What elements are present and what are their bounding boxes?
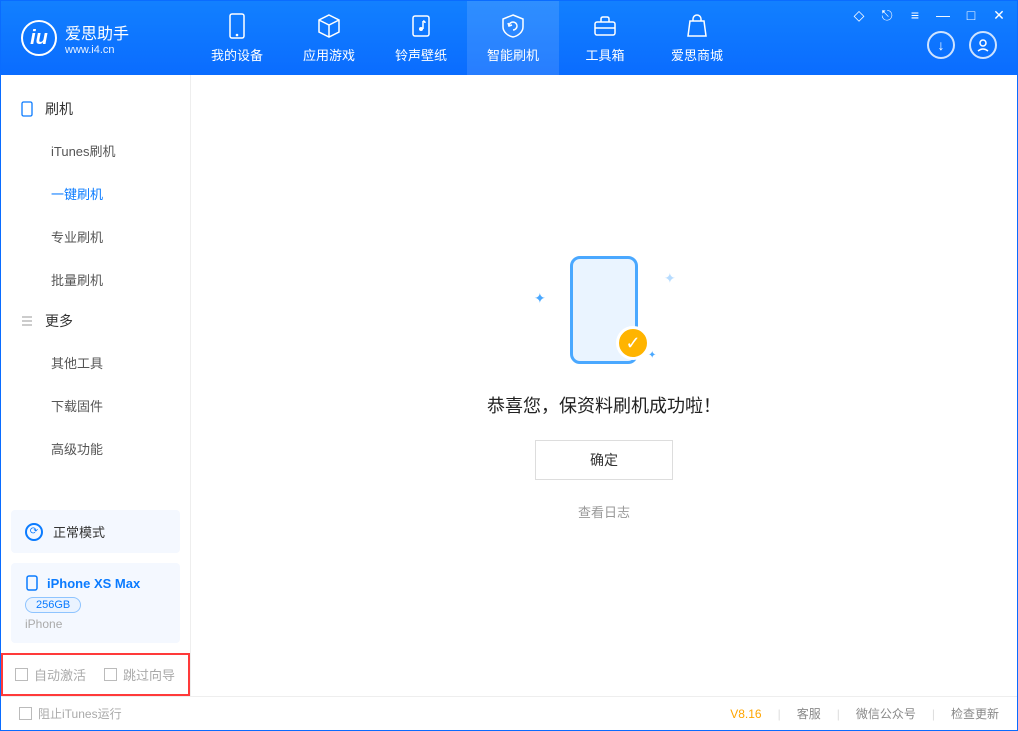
- sidebar-bottom: ⟳ 正常模式 iPhone XS Max 256GB iPhone: [1, 500, 190, 653]
- wechat-link[interactable]: 微信公众号: [856, 705, 916, 722]
- tab-label: 工具箱: [585, 45, 624, 64]
- device-name: iPhone XS Max: [47, 576, 140, 591]
- checkbox-box: [15, 668, 28, 681]
- sparkle-icon: ✦: [664, 270, 672, 278]
- list-icon: [19, 313, 35, 329]
- tab-flash[interactable]: 智能刷机: [467, 1, 559, 75]
- sidebar-item-itunes[interactable]: iTunes刷机: [1, 129, 190, 172]
- music-icon: [408, 13, 434, 39]
- cube-icon: [316, 13, 342, 39]
- section-label: 刷机: [45, 99, 73, 119]
- user-icon[interactable]: [969, 31, 997, 59]
- sparkle-icon: ✦: [648, 350, 656, 358]
- phone-small-icon: [25, 575, 39, 591]
- device-card[interactable]: iPhone XS Max 256GB iPhone: [11, 563, 180, 643]
- tab-store[interactable]: 爱思商城: [651, 1, 743, 75]
- checkbox-label: 自动激活: [34, 665, 86, 684]
- app-window: iu 爱思助手 www.i4.cn 我的设备 应用游戏 铃声壁纸 智能刷机: [0, 0, 1018, 731]
- version-label: V8.16: [730, 707, 761, 721]
- storage-badge: 256GB: [25, 597, 81, 613]
- app-title: 爱思助手: [65, 20, 129, 44]
- tab-label: 应用游戏: [303, 45, 355, 64]
- support-link[interactable]: 客服: [797, 705, 821, 722]
- statusbar-right: V8.16 | 客服 | 微信公众号 | 检查更新: [730, 705, 999, 722]
- section-label: 更多: [45, 311, 73, 331]
- phone-icon: [19, 101, 35, 117]
- device-icon: [224, 13, 250, 39]
- tab-ringtone[interactable]: 铃声壁纸: [375, 1, 467, 75]
- sidebar-item-pro[interactable]: 专业刷机: [1, 215, 190, 258]
- checkbox-label: 跳过向导: [123, 665, 175, 684]
- sidebar-section-flash: 刷机: [1, 89, 190, 129]
- tab-label: 爱思商城: [671, 45, 723, 64]
- mode-card[interactable]: ⟳ 正常模式: [11, 510, 180, 553]
- tab-label: 智能刷机: [487, 45, 539, 64]
- separator: |: [837, 707, 840, 721]
- close-button[interactable]: ✕: [991, 7, 1007, 24]
- separator: |: [778, 707, 781, 721]
- sidebar: 刷机 iTunes刷机 一键刷机 专业刷机 批量刷机 更多 其他工具 下载固件 …: [1, 75, 191, 696]
- tab-apps[interactable]: 应用游戏: [283, 1, 375, 75]
- statusbar: 阻止iTunes运行 V8.16 | 客服 | 微信公众号 | 检查更新: [1, 696, 1017, 730]
- toolbox-icon: [592, 13, 618, 39]
- bag-icon: [684, 13, 710, 39]
- view-log-link[interactable]: 查看日志: [578, 502, 630, 521]
- tab-label: 铃声壁纸: [395, 45, 447, 64]
- tab-toolbox[interactable]: 工具箱: [559, 1, 651, 75]
- sidebar-section-more: 更多: [1, 301, 190, 341]
- logo-text: 爱思助手 www.i4.cn: [65, 20, 129, 56]
- block-itunes-checkbox[interactable]: 阻止iTunes运行: [19, 705, 122, 722]
- device-type: iPhone: [25, 617, 166, 631]
- sparkle-icon: ✦: [534, 290, 542, 298]
- sync-icon: ⟳: [25, 523, 43, 541]
- skip-guide-checkbox[interactable]: 跳过向导: [104, 665, 175, 684]
- maximize-button[interactable]: □: [963, 7, 979, 24]
- sidebar-item-firmware[interactable]: 下载固件: [1, 384, 190, 427]
- checkbox-box: [104, 668, 117, 681]
- body-area: 刷机 iTunes刷机 一键刷机 专业刷机 批量刷机 更多 其他工具 下载固件 …: [1, 75, 1017, 696]
- main-content: ✦ ✦ ✦ ✓ 恭喜您，保资料刷机成功啦！ 确定 查看日志: [191, 75, 1017, 696]
- menu-icon[interactable]: ≡: [907, 7, 923, 24]
- download-icon[interactable]: ↓: [927, 31, 955, 59]
- sidebar-item-advanced[interactable]: 高级功能: [1, 427, 190, 470]
- logo-icon: iu: [21, 20, 57, 56]
- titlebar: iu 爱思助手 www.i4.cn 我的设备 应用游戏 铃声壁纸 智能刷机: [1, 1, 1017, 75]
- checkmark-badge-icon: ✓: [616, 326, 650, 360]
- highlighted-options: 自动激活 跳过向导: [1, 653, 190, 696]
- tab-label: 我的设备: [211, 45, 263, 64]
- checkbox-label: 阻止iTunes运行: [38, 705, 122, 722]
- nav-tabs: 我的设备 应用游戏 铃声壁纸 智能刷机 工具箱 爱思商城: [191, 1, 743, 75]
- tshirt-icon[interactable]: ◇: [851, 7, 867, 24]
- logo-area: iu 爱思助手 www.i4.cn: [1, 20, 191, 56]
- sidebar-item-batch[interactable]: 批量刷机: [1, 258, 190, 301]
- success-message: 恭喜您，保资料刷机成功啦！: [487, 392, 721, 418]
- window-controls: ◇ ⎋ ≡ — □ ✕: [851, 7, 1007, 24]
- sidebar-item-oneclick[interactable]: 一键刷机: [1, 172, 190, 215]
- separator: |: [932, 707, 935, 721]
- ok-button[interactable]: 确定: [535, 440, 673, 480]
- lock-icon[interactable]: ⎋: [879, 7, 895, 24]
- sidebar-item-other[interactable]: 其他工具: [1, 341, 190, 384]
- mode-label: 正常模式: [53, 522, 105, 541]
- refresh-shield-icon: [500, 13, 526, 39]
- tab-device[interactable]: 我的设备: [191, 1, 283, 75]
- auto-activate-checkbox[interactable]: 自动激活: [15, 665, 86, 684]
- device-name-row: iPhone XS Max: [25, 575, 166, 591]
- success-illustration: ✦ ✦ ✦ ✓: [524, 250, 684, 370]
- header-right-icons: ↓: [927, 31, 997, 59]
- checkbox-box: [19, 707, 32, 720]
- app-url: www.i4.cn: [65, 44, 129, 56]
- minimize-button[interactable]: —: [935, 7, 951, 24]
- check-update-link[interactable]: 检查更新: [951, 705, 999, 722]
